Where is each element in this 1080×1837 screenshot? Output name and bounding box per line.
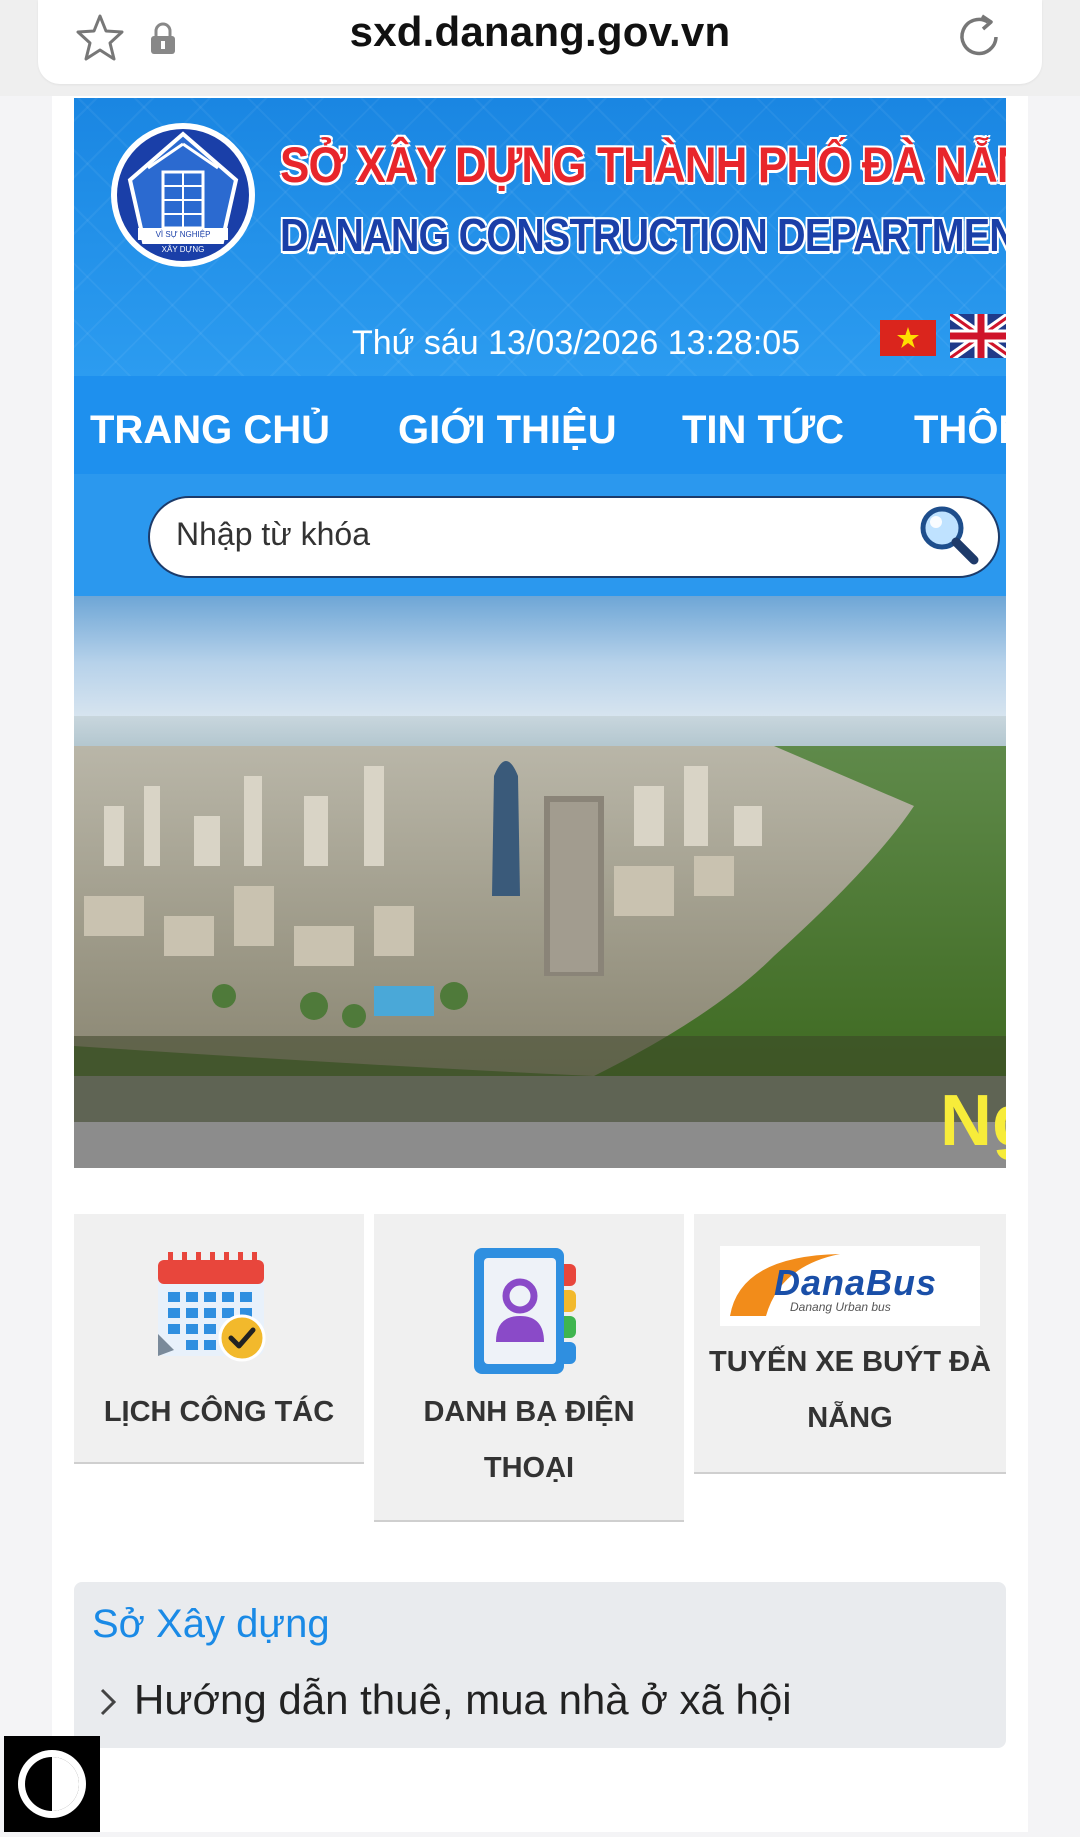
- news-item-link[interactable]: Hướng dẫn thuê, mua nhà ở xã hội: [134, 1676, 792, 1724]
- danabus-logo-text: DanaBus: [774, 1262, 938, 1303]
- quick-link-label-line1: TUYẾN XE BUÝT ĐÀ: [709, 1346, 991, 1378]
- current-datetime: Thứ sáu 13/03/2026 13:28:05: [352, 324, 801, 362]
- hero-caption-clip: Ng: [940, 1080, 1006, 1168]
- hero-caption-band: [74, 1036, 1006, 1122]
- svg-text:VÌ SỰ NGHIỆP: VÌ SỰ NGHIỆP: [156, 230, 211, 239]
- hero-banner[interactable]: [74, 596, 1006, 1168]
- url-text[interactable]: sxd.danang.gov.vn: [0, 8, 1080, 56]
- nav-item-info-clip: THÔNG T: [914, 408, 1006, 464]
- quick-link-phone-directory[interactable]: DANH BẠ ĐIỆN THOẠI: [374, 1214, 684, 1522]
- search-placeholder: Nhập từ khóa: [176, 516, 370, 552]
- svg-text:XÂY DỰNG: XÂY DỰNG: [162, 245, 205, 254]
- nav-item-info[interactable]: THÔNG T: [914, 408, 1006, 453]
- contrast-toggle-button[interactable]: [4, 1736, 100, 1832]
- quick-link-label-line2: THOẠI: [483, 1452, 575, 1484]
- department-logo[interactable]: VÌ SỰ NGHIỆP XÂY DỰNG: [108, 120, 258, 270]
- quick-link-label-line1: DANH BẠ ĐIỆN: [423, 1396, 635, 1428]
- quick-link-bus-routes[interactable]: DanaBus Danang Urban bus TUYẾN XE BUÝT Đ…: [694, 1214, 1006, 1474]
- news-section-title[interactable]: Sở Xây dựng: [92, 1602, 330, 1647]
- contrast-icon: [18, 1750, 86, 1818]
- reload-icon[interactable]: [952, 10, 1006, 64]
- quick-link-label: LỊCH CÔNG TÁC: [103, 1396, 335, 1428]
- contacts-book-icon: [474, 1248, 576, 1374]
- search-icon[interactable]: [916, 502, 980, 566]
- vietnamese-flag-icon[interactable]: [880, 320, 936, 356]
- nav-item-about[interactable]: GIỚI THIỆU: [398, 408, 617, 453]
- hero-caption[interactable]: Ng: [940, 1080, 1006, 1162]
- quick-link-work-schedule[interactable]: LỊCH CÔNG TÁC: [74, 1214, 364, 1464]
- quick-link-label-line2: NẴNG: [807, 1402, 893, 1434]
- english-flag-icon[interactable]: [950, 314, 1006, 358]
- city-aerial-image: [74, 746, 1006, 1076]
- danabus-logo-subtext: Danang Urban bus: [790, 1300, 891, 1314]
- danabus-logo: DanaBus Danang Urban bus: [720, 1246, 980, 1326]
- calendar-icon: [158, 1252, 266, 1362]
- department-title-vn: SỞ XÂY DỰNG THÀNH PHỐ ĐÀ NẴNG: [280, 137, 1006, 193]
- chevron-right-icon: [100, 1688, 117, 1716]
- hero-footer-bar: [74, 1122, 1006, 1168]
- department-title-en: DANANG CONSTRUCTION DEPARTMENT: [280, 209, 1006, 261]
- nav-item-news[interactable]: TIN TỨC: [682, 408, 844, 453]
- nav-item-home[interactable]: TRANG CHỦ: [90, 408, 330, 453]
